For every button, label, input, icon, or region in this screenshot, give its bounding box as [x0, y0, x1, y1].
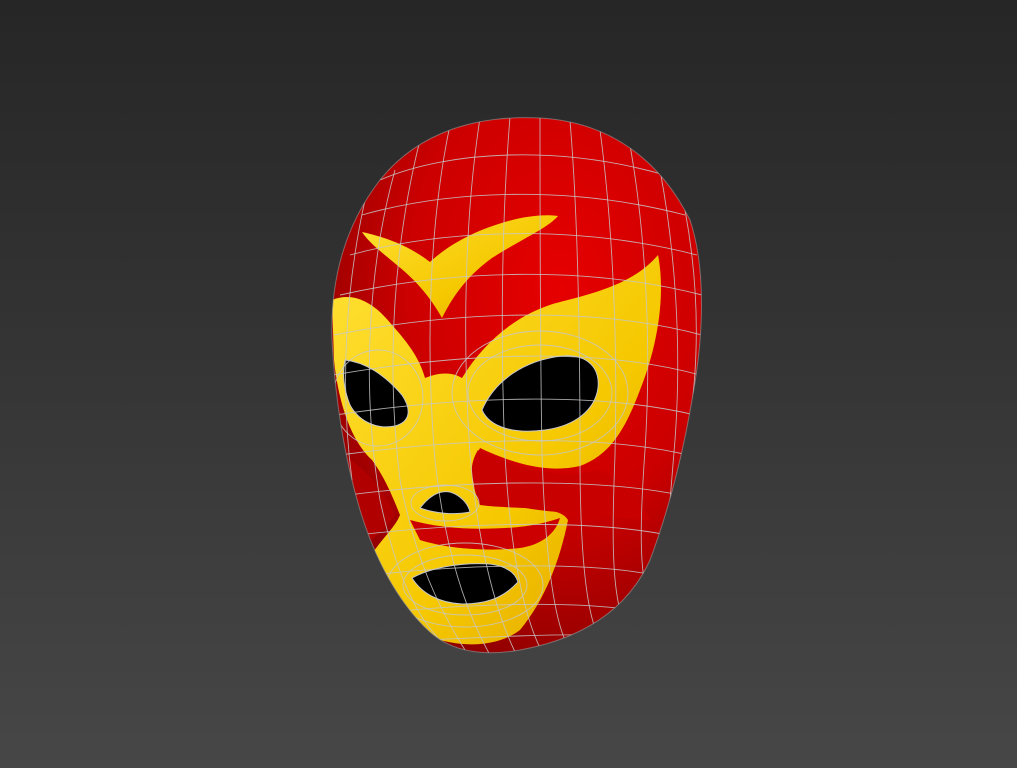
scene-canvas — [331, 117, 702, 654]
3d-viewport[interactable] — [0, 0, 1017, 768]
